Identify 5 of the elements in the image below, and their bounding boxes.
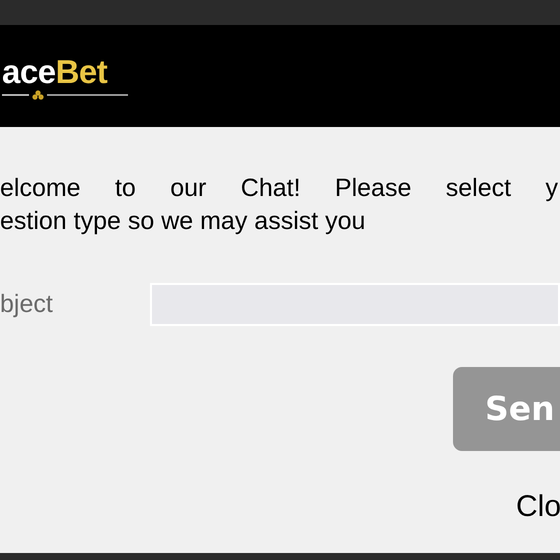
welcome-line: estion type so we may assist you (0, 206, 366, 237)
welcome-line: elcome to our Chat! Please select y (0, 173, 558, 204)
logo: aceBet (2, 54, 130, 102)
subject-label: bject (0, 288, 54, 320)
close-link[interactable]: Clo (516, 484, 560, 529)
